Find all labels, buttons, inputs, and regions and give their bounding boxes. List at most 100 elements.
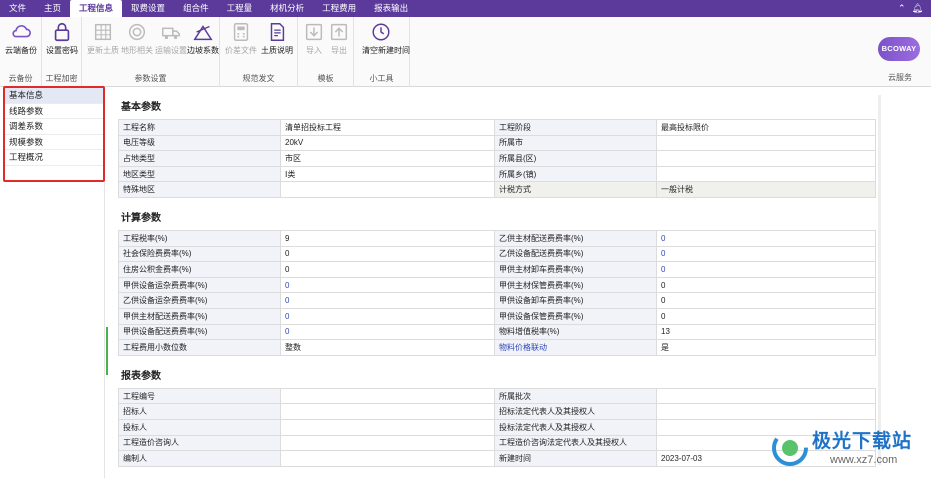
clock-icon [372, 23, 390, 41]
table-row: 工程名称 清单招投标工程 工程阶段 最高投标限价 [118, 119, 876, 136]
field-value[interactable]: 0 [280, 323, 495, 341]
group-template: 导入 导出 模板 [298, 17, 354, 87]
field-value[interactable] [656, 150, 876, 167]
field-label: 甲供主材卸车费费率(%) [494, 261, 657, 278]
field-label: 住房公积金费率(%) [118, 261, 281, 278]
field-label: 所属县(区) [494, 150, 657, 167]
field-value[interactable]: 9 [280, 229, 495, 247]
field-label: 工程造价咨询人 [118, 434, 281, 452]
field-value[interactable]: 一般计税 [656, 181, 876, 198]
calculator-icon [233, 23, 249, 41]
field-label: 乙供主材配送费费率(%) [494, 229, 657, 247]
clear-new-time-button[interactable]: 清空新建时间 [362, 21, 410, 56]
menu-tab-material-analysis[interactable]: 材机分析 [261, 0, 313, 17]
grid-icon [94, 23, 112, 41]
group-label: 工程加密 [45, 74, 78, 83]
group-param-settings: 更新土质 地形相关 运输设置 边坡系数 参数设置 [82, 17, 220, 87]
watermark: 极光下载站 www.xz7.com [770, 422, 930, 474]
field-value[interactable]: 0 [280, 307, 495, 325]
terrain-button[interactable]: 地形相关 [118, 21, 156, 56]
field-label: 所属批次 [494, 387, 657, 405]
field-value[interactable] [280, 181, 495, 198]
field-value[interactable]: 最高投标限价 [656, 119, 876, 136]
field-value[interactable] [280, 418, 495, 436]
bell-icon[interactable]: 🔔︎ [912, 3, 923, 14]
field-value[interactable] [280, 450, 495, 467]
menu-bar: 文件 主页 工程信息 取费设置 组合件 工程量 材机分析 工程费用 报表输出 ⌃… [0, 0, 931, 17]
field-value[interactable]: 整数 [280, 339, 495, 356]
field-label: 工程阶段 [494, 119, 657, 136]
scroll-accent [106, 327, 108, 375]
menu-tab-quantity[interactable]: 工程量 [218, 0, 262, 17]
export-button[interactable]: 导出 [320, 21, 358, 56]
field-value[interactable]: 0 [280, 245, 495, 263]
watermark-logo-icon [772, 430, 808, 466]
menu-tab-file[interactable]: 文件 [0, 0, 35, 17]
calc-params-table: 工程税率(%) 9 乙供主材配送费费率(%) 0 社会保险费费率(%) 0 乙供设备配送费费… [118, 229, 876, 356]
set-password-button[interactable]: 设置密码 [43, 21, 81, 56]
field-value[interactable] [280, 387, 495, 405]
slope-coefficient-button[interactable]: 边坡系数 [184, 21, 222, 56]
cloud-backup-button[interactable]: 云端备份 [2, 21, 40, 56]
menu-tab-fee-settings[interactable]: 取费设置 [122, 0, 174, 17]
field-value[interactable]: 是 [656, 339, 876, 356]
menu-tab-home[interactable]: 主页 [35, 0, 70, 17]
field-value[interactable]: 0 [280, 261, 495, 278]
field-label: 工程税率(%) [118, 229, 281, 247]
field-value[interactable]: 0 [280, 276, 495, 294]
price-diff-file-button[interactable]: 价差文件 [222, 21, 260, 56]
table-row: 住房公积金费率(%) 0 甲供主材卸车费费率(%) 0 [118, 261, 876, 278]
field-value[interactable] [280, 434, 495, 452]
table-row: 编制人 新建时间 2023-07-03 [118, 450, 876, 467]
field-value[interactable]: 0 [656, 261, 876, 278]
field-value[interactable] [280, 403, 495, 420]
menu-tab-project-info[interactable]: 工程信息 [70, 0, 123, 17]
field-value[interactable]: 0 [656, 229, 876, 247]
ribbon: 云端备份 云备份 设置密码 工程加密 更新土质 地形相关 运输设置 边坡系数 参… [0, 17, 931, 87]
menu-tab-report-output[interactable]: 报表输出 [365, 0, 417, 17]
scrollbar[interactable] [878, 95, 881, 465]
table-row: 甲供设备运杂费费率(%) 0 甲供主材保管费费率(%) 0 [118, 276, 876, 294]
field-label: 新建时间 [494, 450, 657, 467]
bcoway-logo[interactable]: BCOWAY [878, 37, 920, 61]
field-value[interactable]: 13 [656, 323, 876, 341]
document-edit-icon [270, 23, 285, 41]
table-row: 社会保险费费率(%) 0 乙供设备配送费费率(%) 0 [118, 245, 876, 263]
field-label: 甲供设备卸车费费率(%) [494, 292, 657, 309]
table-row: 甲供设备配送费费率(%) 0 物料增值税率(%) 13 [118, 323, 876, 341]
field-value[interactable]: 0 [656, 276, 876, 294]
collapse-ribbon-icon[interactable]: ⌃ [898, 3, 906, 14]
table-row: 工程税率(%) 9 乙供主材配送费费率(%) 0 [118, 229, 876, 247]
group-label: 云备份 [8, 74, 33, 83]
field-label: 投标人 [118, 418, 281, 436]
table-row: 甲供主材配送费费率(%) 0 甲供设备保管费费率(%) 0 [118, 307, 876, 325]
field-label: 招标法定代表人及其授权人 [494, 403, 657, 420]
field-value[interactable] [656, 403, 876, 420]
field-label: 所属市 [494, 134, 657, 152]
soil-description-button[interactable]: 土质说明 [258, 21, 296, 56]
group-label: 参数设置 [134, 74, 167, 83]
field-value[interactable]: 0 [656, 307, 876, 325]
field-value[interactable]: 市区 [280, 150, 495, 167]
field-value[interactable] [656, 165, 876, 183]
field-value[interactable]: 清单招投标工程 [280, 119, 495, 136]
field-label: 特殊地区 [118, 181, 281, 198]
field-value[interactable]: 0 [656, 292, 876, 309]
update-soil-button[interactable]: 更新土质 [84, 21, 122, 56]
field-value[interactable] [656, 387, 876, 405]
field-value[interactable]: 0 [656, 245, 876, 263]
highlight-box [3, 86, 105, 182]
section-title-report: 报表参数 [121, 370, 161, 382]
field-value[interactable] [656, 134, 876, 152]
watermark-url: www.xz7.com [830, 454, 898, 466]
group-regulations: 价差文件 土质说明 规范发文 [220, 17, 298, 87]
field-label: 占地类型 [118, 150, 281, 167]
menu-tab-assembly[interactable]: 组合件 [174, 0, 218, 17]
field-value[interactable]: Ⅰ类 [280, 165, 495, 183]
table-row: 地区类型 Ⅰ类 所属乡(镇) [118, 165, 876, 183]
field-value[interactable]: 0 [280, 292, 495, 309]
menu-tab-project-cost[interactable]: 工程费用 [313, 0, 365, 17]
field-value[interactable]: 20kV [280, 134, 495, 152]
field-label: 工程名称 [118, 119, 281, 136]
target-icon [128, 23, 146, 41]
